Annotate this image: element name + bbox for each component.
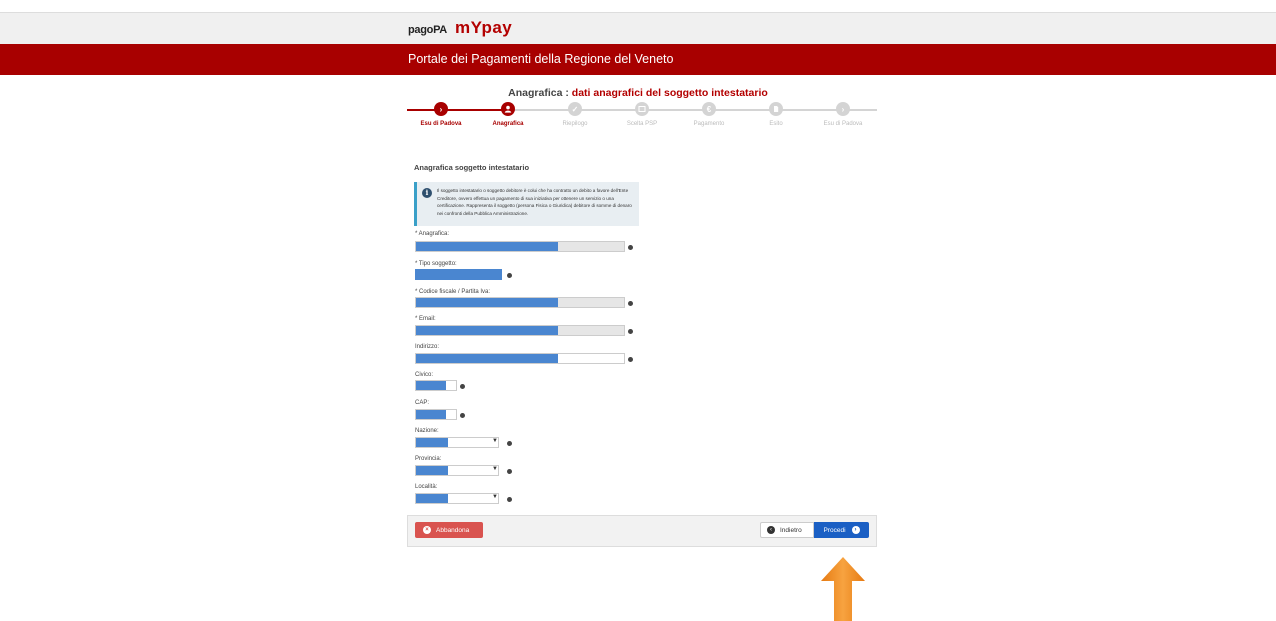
portal-title: Portale dei Pagamenti della Regione del … [408,52,674,66]
top-bar [0,12,1276,44]
step-esito: Esito [741,100,811,127]
progress-stepper: › Esu di Padova Anagrafica ✓ Riepilogo S… [407,100,877,132]
caret-down-icon: ▼ [492,494,498,500]
info-text: Il soggetto intestatario o soggetto debi… [437,188,632,216]
step-pagamento: € Pagamento [674,100,744,127]
euro-icon: € [702,102,716,116]
step-subtitle: dati anagrafici del soggetto intestatari… [571,87,768,99]
help-icon[interactable] [507,469,512,474]
redacted-value [416,242,558,251]
cap-input[interactable] [415,409,457,420]
indietro-label: Indietro [780,526,802,534]
tipo-soggetto-label: * Tipo soggetto: [415,261,457,267]
email-input[interactable] [415,325,625,336]
pagopa-logo: pagoPA [408,24,447,36]
logo[interactable]: pagoPA mYpay [408,18,512,38]
step-esu-di-padova-final: › Esu di Padova [808,100,878,127]
redacted-value [416,298,558,307]
help-icon[interactable] [460,413,465,418]
help-icon[interactable] [507,273,512,278]
redacted-value [416,466,448,475]
indirizzo-input[interactable] [415,353,625,364]
codice-fiscale-label: * Codice fiscale / Partita Iva: [415,289,491,295]
redacted-value [416,494,448,503]
check-icon: ✓ [568,102,582,116]
procedi-label: Procedi [823,526,846,534]
step-riepilogo: ✓ Riepilogo [540,100,610,127]
step-scelta-psp: Scelta PSP [607,100,677,127]
up-arrow-icon [821,557,865,621]
caret-down-icon: ▼ [492,466,498,472]
mypay-logo: mYpay [454,18,513,37]
section-title: Anagrafica soggetto intestatario [414,163,530,172]
procedi-button[interactable]: Procedi › [814,522,869,538]
civico-label: Civico: [415,372,434,378]
chevron-right-icon: › [836,102,850,116]
step-esu-di-padova: › Esu di Padova [406,100,476,127]
redacted-value [416,326,558,335]
localita-select[interactable] [415,493,499,504]
nazione-label: Nazione: [415,428,439,434]
help-icon[interactable] [628,245,633,250]
localita-label: Località: [415,484,438,490]
abbandona-label: Abbandona [436,526,470,534]
user-icon [501,102,515,116]
info-box: i Il soggetto intestatario o soggetto de… [414,182,639,226]
step-anagrafica: Anagrafica [473,100,543,127]
caret-down-icon: ▼ [492,438,498,444]
tipo-soggetto-select[interactable] [415,269,502,280]
provincia-select[interactable] [415,465,499,476]
cap-label: CAP: [415,400,430,406]
redacted-value [416,381,446,390]
help-icon[interactable] [628,329,633,334]
info-icon: i [422,188,432,198]
help-icon[interactable] [460,384,465,389]
chevron-right-icon: › [434,102,448,116]
abbandona-button[interactable]: × Abbandona [415,522,483,538]
civico-input[interactable] [415,380,457,391]
help-icon[interactable] [628,301,633,306]
email-label: * Email: [415,316,436,322]
close-icon: × [423,526,431,534]
codice-fiscale-input[interactable] [415,297,625,308]
document-icon [769,102,783,116]
indirizzo-label: Indirizzo: [415,344,440,350]
redacted-value [416,438,448,447]
help-icon[interactable] [628,357,633,362]
page-title: Anagrafica : dati anagrafici del soggett… [0,87,1276,99]
step-label: Anagrafica : [508,87,569,99]
redacted-value [415,269,502,280]
chevron-right-icon: › [851,526,860,534]
help-icon[interactable] [507,441,512,446]
bank-icon [635,102,649,116]
nazione-select[interactable] [415,437,499,448]
chevron-left-icon: ‹ [767,526,775,534]
indietro-button[interactable]: ‹ Indietro [760,522,814,538]
anagrafica-input[interactable] [415,241,625,252]
provincia-label: Provincia: [415,456,442,462]
anagrafica-label: * Anagrafica: [415,231,450,237]
help-icon[interactable] [507,497,512,502]
redacted-value [416,354,558,363]
redacted-value [416,410,446,419]
